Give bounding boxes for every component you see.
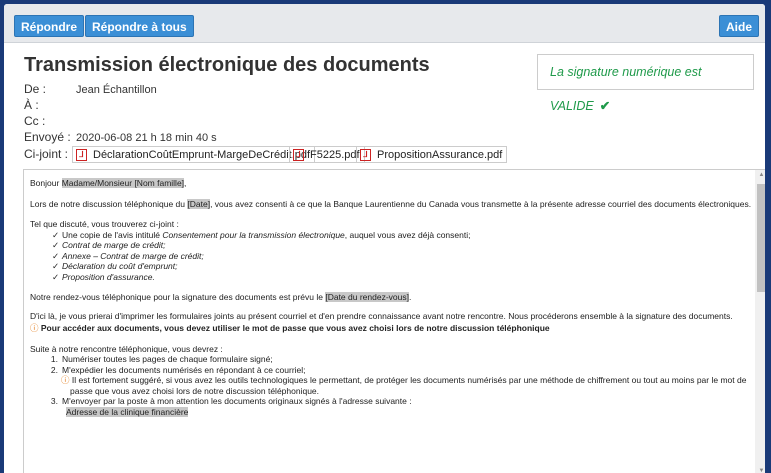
scrollbar-thumb[interactable] xyxy=(757,184,765,292)
placeholder-address: Adresse de la clinique financière xyxy=(66,406,189,417)
p1-text: Lors de notre discussion téléphonique du xyxy=(30,198,185,209)
bullet-text: Déclaration du coût d'emprunt; xyxy=(62,261,178,271)
attachment-item[interactable]: ⅃ F5225.pdf xyxy=(289,146,365,163)
step-note-text: Il est fortement suggéré, si vous avez l… xyxy=(70,375,747,396)
bullet-item: ✓ Une copie de l'avis intitulé Consenteme… xyxy=(30,230,752,241)
message-content: Bonjour Madame/Monsieur [Nom famille], L… xyxy=(30,178,752,417)
attachment-name: DéclarationCoûtEmprunt-MargeDeCrédit.pdf xyxy=(93,149,311,161)
greeting-punct: , xyxy=(184,178,187,188)
attach-label: Ci-joint : xyxy=(24,147,69,161)
signature-status-badge: La signature numérique est VALIDE ✔ xyxy=(537,54,754,113)
cc-label: Cc : xyxy=(24,114,46,128)
p3-punct: . xyxy=(408,292,412,302)
placeholder-appointment-date: [Date du rendez-vous] xyxy=(325,292,409,302)
check-icon: ✓ xyxy=(52,250,60,261)
check-icon: ✓ xyxy=(52,229,60,240)
email-window: Répondre Répondre à tous Aide Transmissi… xyxy=(4,4,765,473)
address-line: Adresse de la clinique financière xyxy=(30,406,752,418)
cc-row: Cc : xyxy=(24,114,76,128)
bullet-text-end: , auquel vous avez déjà consenti; xyxy=(344,229,471,240)
bullet-text: Proposition d'assurance. xyxy=(62,271,155,282)
to-label: À : xyxy=(24,98,39,112)
bullet-item: ✓ Déclaration du coût d'emprunt; xyxy=(30,261,752,272)
info-icon: ⓘ xyxy=(61,375,70,385)
check-icon: ✔ xyxy=(599,99,611,113)
bullet-item: ✓ Annexe – Contrat de marge de crédit; xyxy=(30,251,752,262)
bullet-text: Annexe – Contrat de marge de crédit; xyxy=(62,250,204,261)
sent-label: Envoyé : xyxy=(24,130,71,144)
message-body[interactable]: Bonjour Madame/Monsieur [Nom famille], L… xyxy=(23,169,765,473)
vertical-scrollbar[interactable]: ▲ ▼ xyxy=(755,170,765,473)
paragraph-appointment: Notre rendez-vous téléphonique pour la s… xyxy=(30,292,752,303)
from-value: Jean Échantillon xyxy=(76,84,157,96)
email-subject: Transmission électronique des documents xyxy=(24,54,430,76)
step-note: ⓘ Il est fortement suggéré, si vous avez… xyxy=(30,375,752,396)
greeting: Bonjour Madame/Monsieur [Nom famille], xyxy=(30,178,752,189)
bullet-text: Contrat de marge de crédit; xyxy=(62,240,166,250)
p3-text: Notre rendez-vous téléphonique pour la s… xyxy=(30,292,323,302)
info-icon: ⓘ xyxy=(30,323,39,333)
p1-text-end: , vous avez consenti à ce que la Banque … xyxy=(210,198,752,209)
step-item: 3. M'envoyer par la poste à mon attention… xyxy=(30,396,752,407)
sent-row: Envoyé : 2020-06-08 21 h 18 min 40 s xyxy=(24,130,217,144)
pdf-icon: ⅃ xyxy=(360,149,371,161)
attachment-name: F5225.pdf xyxy=(310,149,360,161)
placeholder-name: Madame/Monsieur [Nom famille] xyxy=(61,178,185,188)
sent-value: 2020-06-08 21 h 18 min 40 s xyxy=(76,132,217,144)
step-number: 1. xyxy=(50,354,58,364)
step-number: 2. xyxy=(50,364,58,375)
step-number: 3. xyxy=(50,396,58,406)
paragraph-consent: Lors de notre discussion téléphonique du… xyxy=(30,198,752,210)
password-note: Pour accéder aux documents, vous devez u… xyxy=(40,323,550,333)
placeholder-date: [Date] xyxy=(187,198,211,209)
help-button[interactable]: Aide xyxy=(718,15,759,37)
from-row: De : Jean Échantillon xyxy=(24,82,157,96)
scroll-down-icon[interactable]: ▼ xyxy=(757,468,765,473)
toolbar: Répondre Répondre à tous Aide xyxy=(4,4,765,43)
attachments-intro: Tel que discuté, vous trouverez ci-joint… xyxy=(30,219,179,229)
paragraph-password: ⓘ Pour accéder aux documents, vous devez… xyxy=(30,323,752,334)
step-text: Numériser toutes les pages de chaque for… xyxy=(62,354,273,364)
attachment-item[interactable]: ⅃ PropositionAssurance.pdf xyxy=(356,146,508,163)
to-row: À : xyxy=(24,98,76,112)
bullet-text: Une copie de l'avis intitulé xyxy=(62,229,161,240)
pdf-icon: ⅃ xyxy=(76,149,87,161)
bullet-item: ✓ Proposition d'assurance. xyxy=(30,272,752,283)
reply-all-button[interactable]: Répondre à tous xyxy=(85,15,194,37)
bullet-italic: Consentement pour la transmission électr… xyxy=(162,229,345,240)
step-item: 1. Numériser toutes les pages de chaque f… xyxy=(30,354,752,365)
greeting-text: Bonjour xyxy=(30,178,60,188)
attachment-item[interactable]: ⅃ DéclarationCoûtEmprunt-MargeDeCrédit.pd… xyxy=(72,146,316,163)
from-label: De : xyxy=(24,82,47,96)
steps-intro: Suite à notre rencontre téléphonique, vo… xyxy=(30,343,223,354)
check-icon: ✓ xyxy=(52,261,60,271)
step-item: 2. M'expédier les documents numérisés en … xyxy=(30,365,752,376)
check-icon: ✓ xyxy=(52,240,60,250)
pdf-icon: ⅃ xyxy=(293,149,304,161)
reply-button[interactable]: Répondre xyxy=(14,15,85,37)
signature-status-text: La signature numérique est VALIDE xyxy=(550,65,702,113)
attachment-name: PropositionAssurance.pdf xyxy=(377,149,503,161)
scroll-up-icon[interactable]: ▲ xyxy=(757,172,765,178)
step-text: M'envoyer par la poste à mon attention l… xyxy=(62,396,412,406)
paragraph-print: D'ici là, je vous prierai d'imprimer les… xyxy=(30,310,733,321)
bullet-item: ✓ Contrat de marge de crédit; xyxy=(30,240,752,251)
check-icon: ✓ xyxy=(52,271,60,282)
step-text: M'expédier les documents numérisés en ré… xyxy=(62,364,306,375)
